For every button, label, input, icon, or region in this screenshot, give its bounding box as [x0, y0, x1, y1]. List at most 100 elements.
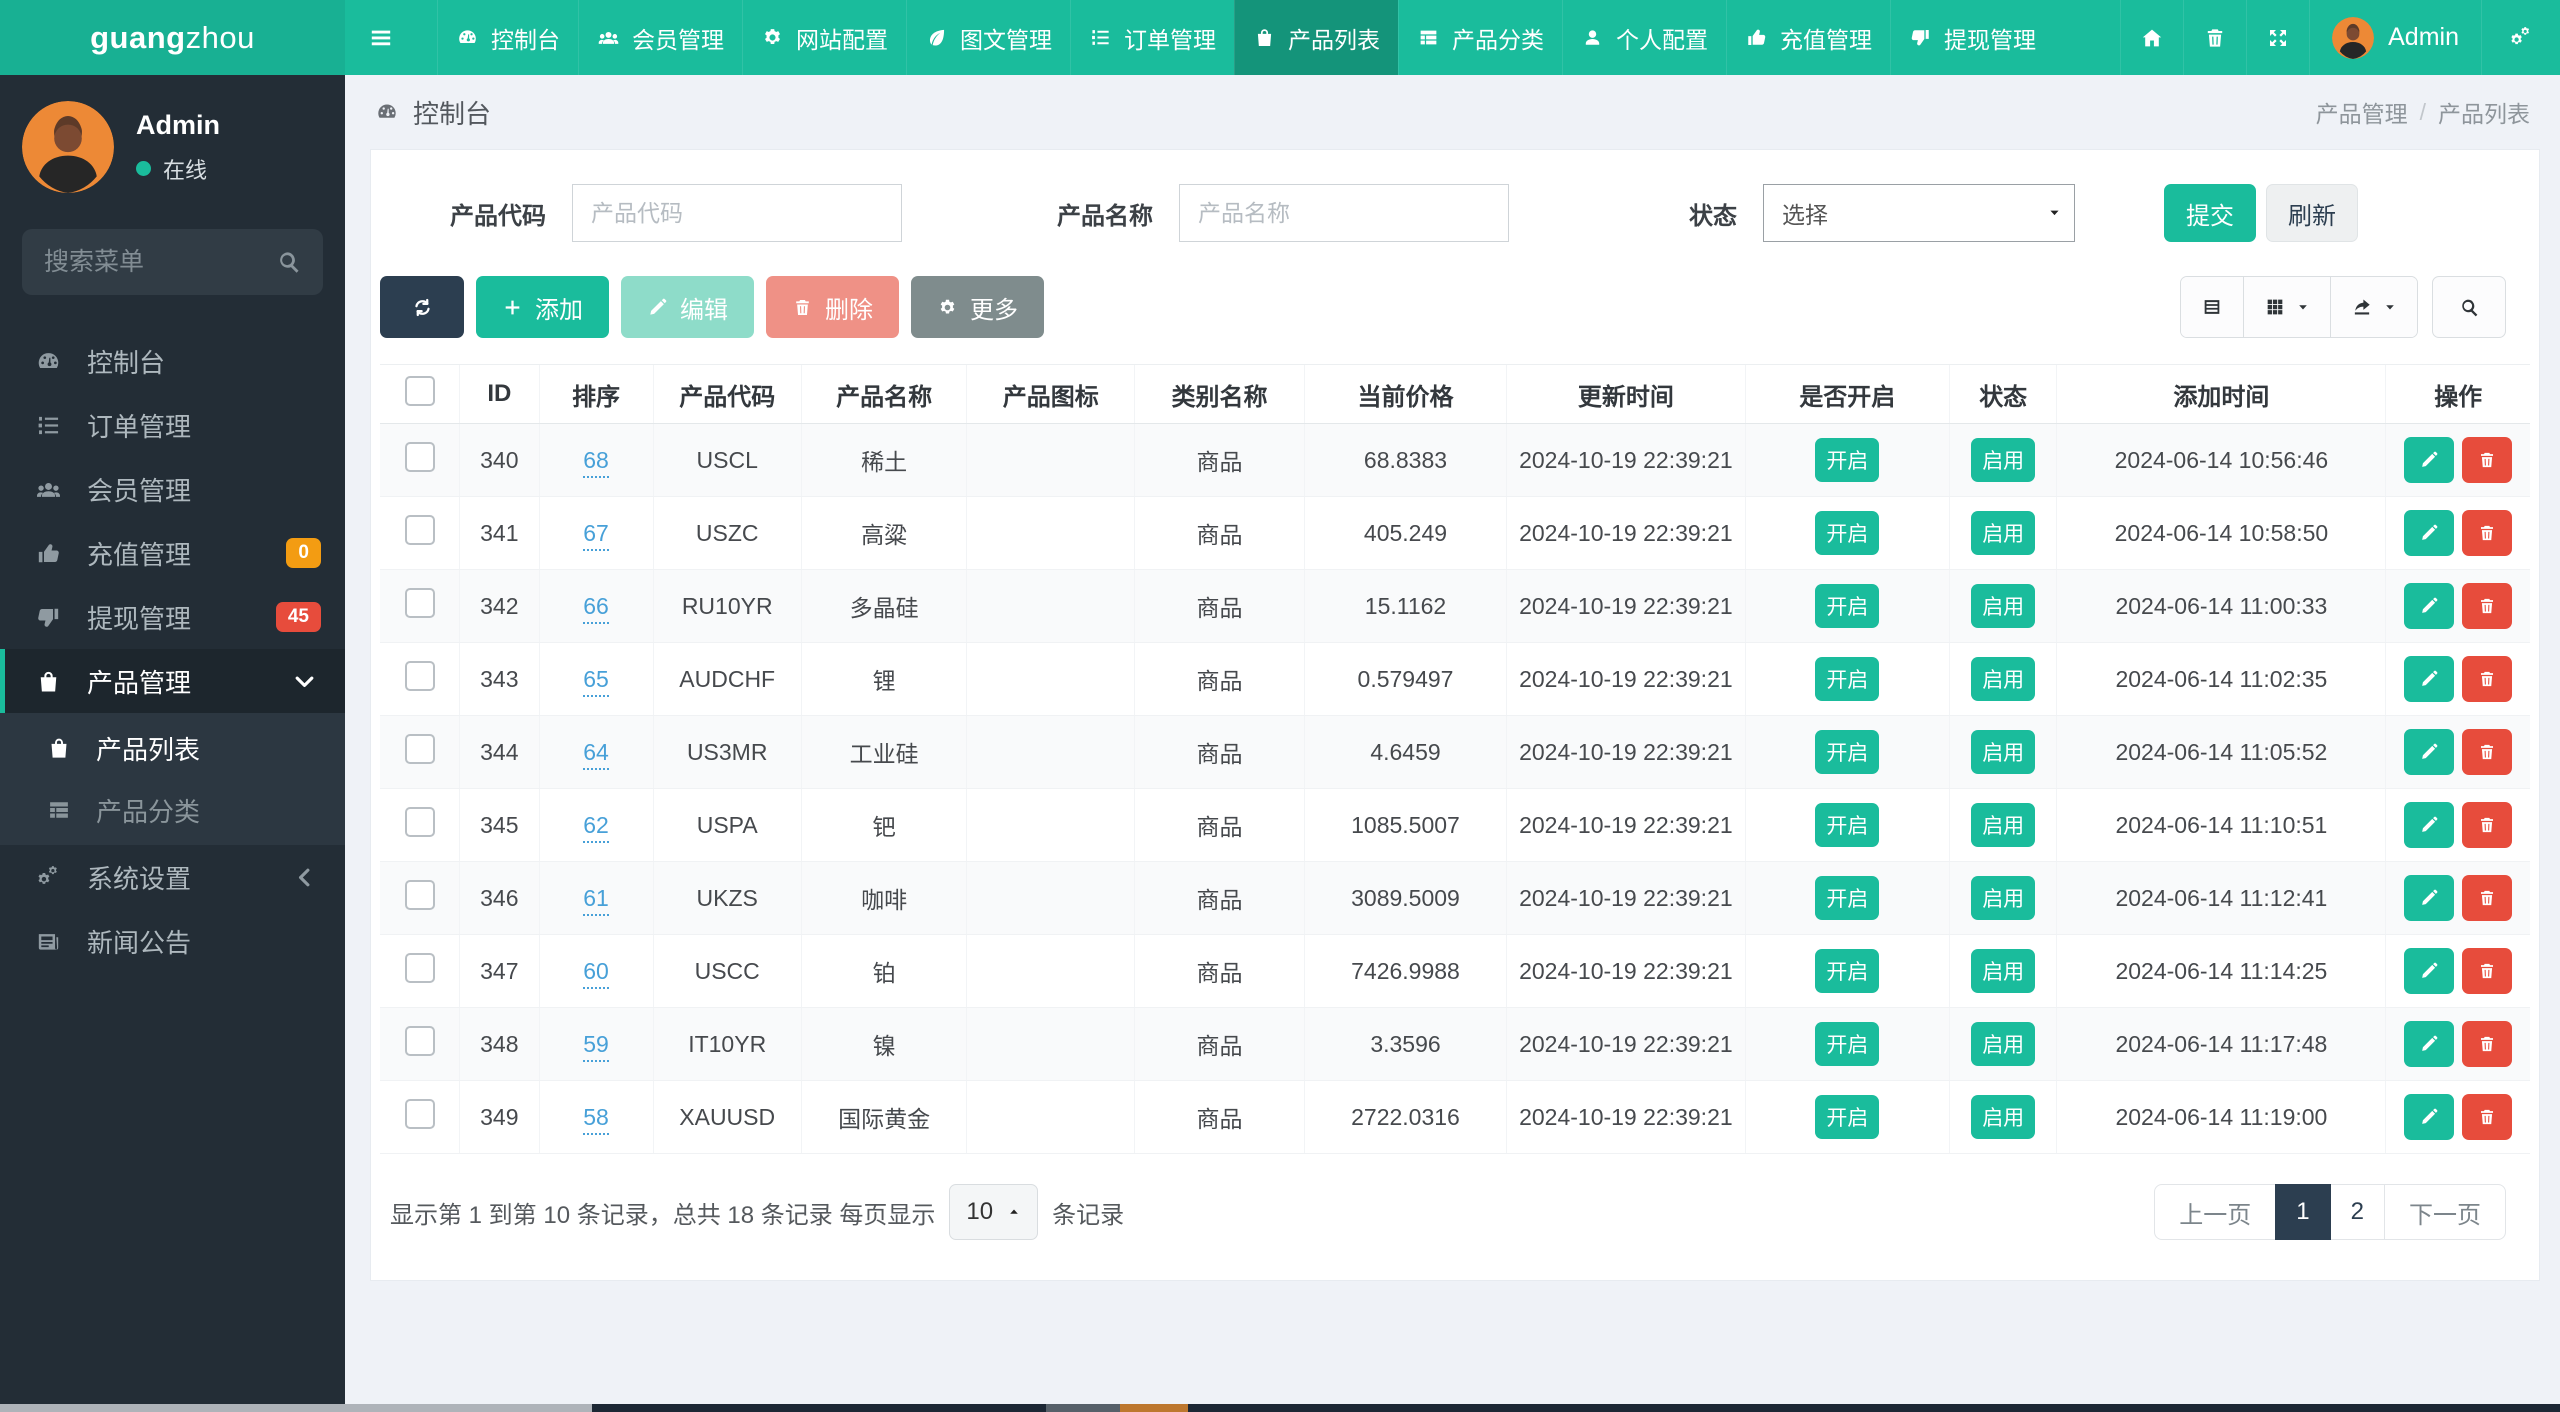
sidebar-news[interactable]: 新闻公告	[0, 909, 345, 973]
nav-site-config[interactable]: 网站配置	[742, 0, 906, 75]
row-delete-button[interactable]	[2462, 729, 2513, 775]
row-checkbox[interactable]	[404, 807, 435, 837]
more-button[interactable]: 更多	[911, 276, 1044, 338]
select-all-checkbox[interactable]	[404, 375, 435, 406]
row-edit-button[interactable]	[2404, 583, 2455, 629]
row-delete-button[interactable]	[2462, 948, 2513, 994]
detail-view-button[interactable]	[2181, 277, 2243, 337]
delete-button[interactable]: 删除	[766, 276, 899, 338]
sidebar-recharge[interactable]: 充值管理 0	[0, 521, 345, 585]
status-badge-cell: 启用	[1948, 1080, 2057, 1154]
fullscreen-button[interactable]	[2246, 0, 2309, 75]
sidebar-dashboard[interactable]: 控制台	[0, 329, 345, 393]
sidebar-system[interactable]: 系统设置	[0, 845, 345, 909]
row-edit-button[interactable]	[2404, 875, 2455, 921]
nav-dashboard[interactable]: 控制台	[437, 0, 578, 75]
row-edit-button[interactable]	[2404, 1094, 2455, 1140]
brand-logo[interactable]: guang zhou	[0, 0, 345, 75]
row-delete-button[interactable]	[2462, 583, 2513, 629]
cell-category: 商品	[1134, 423, 1305, 497]
open-badge-cell: 开启	[1744, 569, 1950, 643]
sort-link[interactable]: 60	[583, 957, 609, 989]
sidebar-product-list[interactable]: 产品列表	[0, 717, 345, 779]
row-checkbox[interactable]	[404, 1026, 435, 1056]
prev-page-button[interactable]: 上一页	[2154, 1184, 2277, 1240]
nav-members[interactable]: 会员管理	[578, 0, 742, 75]
checkbox-cell	[380, 642, 460, 716]
status-select[interactable]: 选择	[1763, 184, 2075, 242]
row-checkbox[interactable]	[404, 661, 435, 691]
row-delete-button[interactable]	[2462, 875, 2513, 921]
product-code-input[interactable]	[572, 184, 902, 242]
cell-category: 商品	[1134, 642, 1305, 716]
sort-link[interactable]: 61	[583, 884, 609, 916]
next-page-button[interactable]: 下一页	[2384, 1184, 2506, 1240]
page-size-select[interactable]: 10	[949, 1184, 1039, 1240]
row-delete-button[interactable]	[2462, 802, 2513, 848]
row-checkbox[interactable]	[404, 588, 435, 618]
product-name-input[interactable]	[1179, 184, 1509, 242]
sort-link[interactable]: 68	[583, 446, 609, 478]
delete-label: 删除	[825, 296, 873, 324]
row-delete-button[interactable]	[2462, 656, 2513, 702]
sidebar-toggle-button[interactable]	[345, 0, 417, 75]
row-delete-button[interactable]	[2462, 437, 2513, 483]
edit-button[interactable]: 编辑	[621, 276, 754, 338]
nav-profile[interactable]: 个人配置	[1562, 0, 1726, 75]
row-delete-button[interactable]	[2462, 1094, 2513, 1140]
row-delete-button[interactable]	[2462, 510, 2513, 556]
nav-recharge[interactable]: 充值管理	[1726, 0, 1890, 75]
settings-button[interactable]	[2481, 0, 2560, 75]
row-delete-button[interactable]	[2462, 1021, 2513, 1067]
user-menu[interactable]: Admin	[2309, 0, 2481, 75]
home-button[interactable]	[2120, 0, 2183, 75]
row-checkbox[interactable]	[404, 880, 435, 910]
row-edit-button[interactable]	[2404, 510, 2455, 556]
actions-cell	[2385, 496, 2530, 570]
sort-link[interactable]: 64	[583, 738, 609, 770]
nav-product-category[interactable]: 产品分类	[1398, 0, 1562, 75]
page-button-1[interactable]: 1	[2275, 1184, 2331, 1240]
row-checkbox[interactable]	[404, 442, 435, 472]
status-badge-cell: 启用	[1948, 423, 2057, 497]
trash-icon	[2477, 1034, 2497, 1054]
nav-withdraw[interactable]: 提现管理	[1890, 0, 2054, 75]
sidebar-members[interactable]: 会员管理	[0, 457, 345, 521]
breadcrumb-parent[interactable]: 产品管理	[2316, 95, 2408, 129]
export-button[interactable]	[2330, 277, 2417, 337]
sort-link[interactable]: 62	[583, 811, 609, 843]
menu-badge: 45	[275, 602, 321, 632]
row-edit-button[interactable]	[2404, 437, 2455, 483]
row-edit-button[interactable]	[2404, 729, 2455, 775]
nav-content[interactable]: 图文管理	[906, 0, 1070, 75]
nav-product-list[interactable]: 产品列表	[1234, 0, 1398, 75]
submit-button[interactable]: 提交	[2164, 184, 2256, 242]
page-button-2[interactable]: 2	[2329, 1184, 2385, 1240]
row-edit-button[interactable]	[2404, 948, 2455, 994]
columns-button[interactable]	[2243, 277, 2330, 337]
sort-link[interactable]: 58	[583, 1103, 609, 1135]
row-checkbox[interactable]	[404, 515, 435, 545]
trash-button[interactable]	[2183, 0, 2246, 75]
table-refresh-button[interactable]	[380, 276, 464, 338]
sort-link[interactable]: 59	[583, 1030, 609, 1062]
sort-link[interactable]: 66	[583, 592, 609, 624]
sort-link[interactable]: 65	[583, 665, 609, 697]
row-checkbox[interactable]	[404, 734, 435, 764]
row-edit-button[interactable]	[2404, 656, 2455, 702]
sidebar-withdraw[interactable]: 提现管理 45	[0, 585, 345, 649]
breadcrumb: 产品管理 / 产品列表	[2316, 95, 2530, 129]
trash-icon	[2203, 26, 2227, 50]
row-checkbox[interactable]	[404, 1099, 435, 1129]
nav-orders[interactable]: 订单管理	[1070, 0, 1234, 75]
row-edit-button[interactable]	[2404, 802, 2455, 848]
row-checkbox[interactable]	[404, 953, 435, 983]
sort-link[interactable]: 67	[583, 519, 609, 551]
sidebar-product-category[interactable]: 产品分类	[0, 779, 345, 841]
table-search-button[interactable]	[2432, 276, 2506, 338]
sidebar-products[interactable]: 产品管理	[0, 649, 345, 713]
sidebar-orders[interactable]: 订单管理	[0, 393, 345, 457]
row-edit-button[interactable]	[2404, 1021, 2455, 1067]
add-button[interactable]: 添加	[476, 276, 609, 338]
refresh-button[interactable]: 刷新	[2266, 184, 2358, 242]
